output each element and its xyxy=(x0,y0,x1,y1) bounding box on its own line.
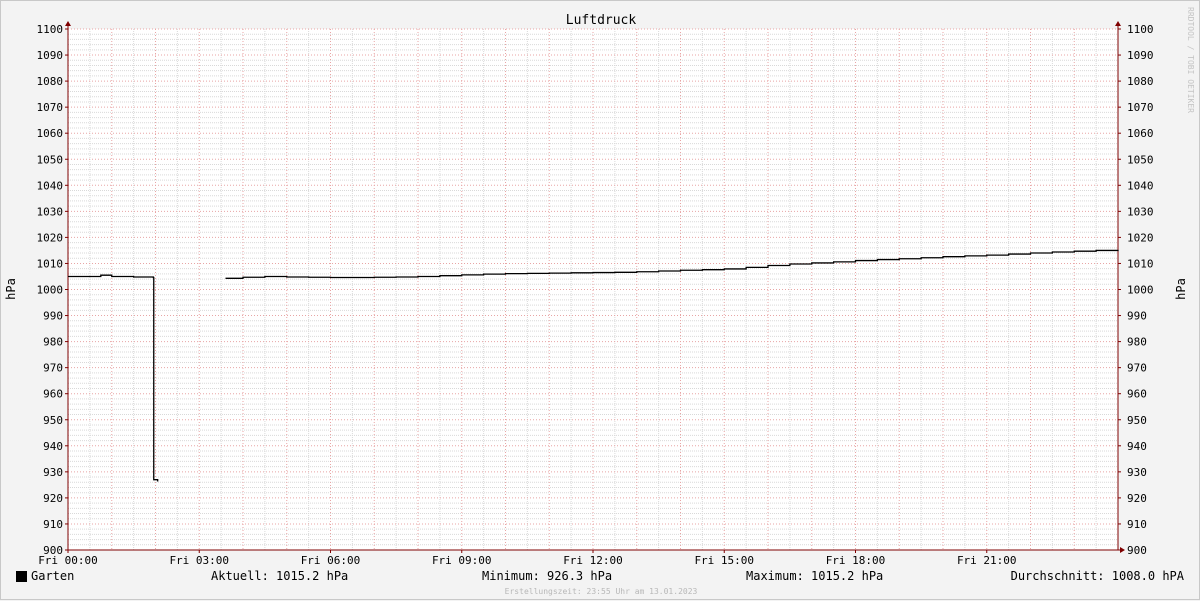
y-tick-label-right: 1040 xyxy=(1127,179,1154,192)
y-tick-label-right: 920 xyxy=(1127,492,1147,505)
y-tick-label-right: 950 xyxy=(1127,414,1147,427)
x-tick-label: Fri 18:00 xyxy=(826,554,886,567)
stat-maximum: Maximum: 1015.2 hPa xyxy=(746,569,884,583)
y-tick-label-left: 1020 xyxy=(37,231,64,244)
y-axis-label-left: hPa xyxy=(4,278,18,300)
y-tick-label-left: 1050 xyxy=(37,153,64,166)
y-tick-label-right: 1030 xyxy=(1127,205,1154,218)
y-tick-label-right: 930 xyxy=(1127,466,1147,479)
y-axis-right-arrow xyxy=(1115,21,1121,26)
y-tick-label-right: 1100 xyxy=(1127,23,1154,36)
y-tick-label-right: 1080 xyxy=(1127,75,1154,88)
x-tick-label: Fri 21:00 xyxy=(957,554,1017,567)
y-tick-label-left: 1010 xyxy=(37,257,64,270)
legend-row: Garten Aktuell: 1015.2 hPa Minimum: 926.… xyxy=(1,567,1200,587)
y-axis-label-right: hPa xyxy=(1174,278,1188,300)
x-tick-label: Fri 06:00 xyxy=(301,554,361,567)
y-tick-label-left: 940 xyxy=(43,440,63,453)
y-tick-label-right: 1070 xyxy=(1127,101,1154,114)
y-tick-label-right: 960 xyxy=(1127,388,1147,401)
legend-label: Garten xyxy=(31,569,75,583)
stat-average: Durchschnitt: 1008.0 hPA xyxy=(1010,569,1184,583)
stat-current: Aktuell: 1015.2 hPa xyxy=(211,569,349,583)
chart-frame: 900 900 910 910 920 920 930 930 940 940 950 950 960 9… xyxy=(0,0,1200,600)
y-tick-label-left: 960 xyxy=(43,388,63,401)
x-tick-label: Fri 15:00 xyxy=(694,554,754,567)
y-tick-label-left: 1040 xyxy=(37,179,64,192)
y-tick-label-left: 1070 xyxy=(37,101,64,114)
y-tick-label-left: 1000 xyxy=(37,284,64,297)
y-tick-label-right: 1000 xyxy=(1127,284,1154,297)
y-tick-label-left: 1030 xyxy=(37,205,64,218)
y-tick-label-left: 950 xyxy=(43,414,63,427)
x-tick-label: Fri 12:00 xyxy=(563,554,623,567)
stat-minimum: Minimum: 926.3 hPa xyxy=(482,569,613,583)
y-tick-label-left: 990 xyxy=(43,310,63,323)
y-tick-label-right: 940 xyxy=(1127,440,1147,453)
y-tick-label-left: 930 xyxy=(43,466,63,479)
y-axis-left-arrow xyxy=(65,21,71,26)
y-tick-label-left: 1090 xyxy=(37,49,64,62)
y-tick-label-right: 970 xyxy=(1127,362,1147,375)
legend-swatch xyxy=(16,571,27,582)
y-tick-label-right: 1050 xyxy=(1127,153,1154,166)
creation-time: Erstellungszeit: 23:55 Uhr am 13.01.2023 xyxy=(504,587,698,596)
y-tick-label-left: 1100 xyxy=(37,23,64,36)
x-tick-label: Fri 09:00 xyxy=(432,554,492,567)
y-tick-label-left: 920 xyxy=(43,492,63,505)
y-tick-label-right: 990 xyxy=(1127,310,1147,323)
y-tick-label-left: 980 xyxy=(43,336,63,349)
y-tick-label-right: 1020 xyxy=(1127,231,1154,244)
y-tick-label-right: 980 xyxy=(1127,336,1147,349)
y-tick-label-right: 910 xyxy=(1127,518,1147,531)
watermark: RRDTOOL / TOBI OETIKER xyxy=(1186,7,1195,113)
y-tick-label-right: 1010 xyxy=(1127,257,1154,270)
x-tick-label: Fri 00:00 xyxy=(38,554,98,567)
y-tick-label-left: 910 xyxy=(43,518,63,531)
y-tick-label-left: 1060 xyxy=(37,127,64,140)
pressure-chart: 900 900910 910920 920930 930940 940950 950960 9… xyxy=(4,7,1195,567)
y-tick-label-left: 1080 xyxy=(37,75,64,88)
x-tick-label: Fri 03:00 xyxy=(169,554,229,567)
y-tick-label-right: 1060 xyxy=(1127,127,1154,140)
y-tick-label-right: 900 xyxy=(1127,544,1147,557)
y-tick-label-right: 1090 xyxy=(1127,49,1154,62)
y-tick-label-left: 970 xyxy=(43,362,63,375)
chart-title: Luftdruck xyxy=(566,13,637,28)
